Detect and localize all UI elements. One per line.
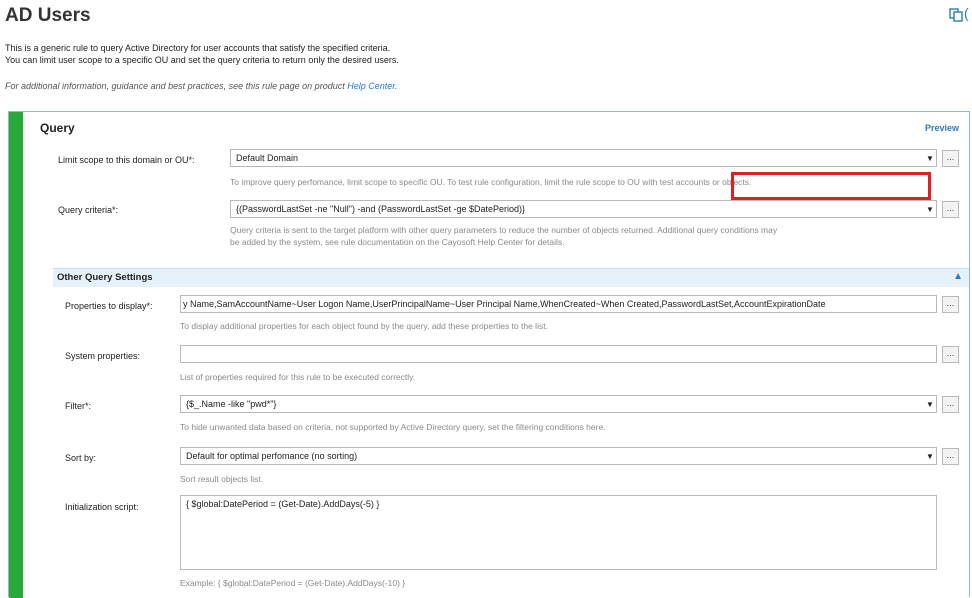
other-query-settings-header[interactable]: Other Query Settings ▲	[53, 268, 969, 287]
init-script-textarea[interactable]: { $global:DatePeriod = (Get-Date).AddDay…	[180, 495, 937, 570]
scope-browse-button[interactable]: ...	[942, 150, 959, 167]
chevron-down-icon: ▼	[926, 400, 934, 409]
init-script-label: Initialization script:	[65, 502, 139, 512]
properties-label: Properties to display*:	[65, 301, 153, 311]
top-right-link-partial[interactable]: (	[964, 5, 969, 21]
status-bar	[9, 112, 23, 598]
chevron-down-icon: ▼	[926, 205, 934, 214]
help-note: For additional information, guidance and…	[5, 81, 397, 91]
system-properties-browse-button[interactable]: ...	[942, 346, 959, 363]
filter-browse-button[interactable]: ...	[942, 396, 959, 413]
sort-label: Sort by:	[65, 453, 97, 463]
other-query-settings-title: Other Query Settings	[57, 272, 153, 283]
filter-label: Filter*:	[65, 401, 92, 411]
system-properties-label: System properties:	[65, 351, 141, 361]
criteria-hint-line-2: be added by the system, see rule documen…	[230, 237, 565, 247]
scope-label: Limit scope to this domain or OU*:	[58, 155, 195, 165]
filter-hint: To hide unwanted data based on criteria,…	[180, 422, 606, 432]
preview-link[interactable]: Preview	[925, 123, 959, 133]
scope-hint: To improve query perfomance, limit scope…	[230, 177, 752, 187]
chevron-up-icon[interactable]: ▲	[953, 271, 963, 282]
query-section-title: Query	[40, 121, 75, 135]
properties-input[interactable]: y Name,SamAccountName~User Logon Name,Us…	[180, 295, 937, 313]
system-properties-hint: List of properties required for this rul…	[180, 372, 416, 382]
filter-select[interactable]: {$_.Name -like "pwd*"}	[180, 395, 937, 413]
criteria-select[interactable]: {(PasswordLastSet -ne "Null") -and (Pass…	[230, 200, 937, 218]
criteria-label: Query criteria*:	[58, 205, 119, 215]
properties-hint: To display additional properties for eac…	[180, 321, 548, 331]
page-title: AD Users	[5, 5, 91, 26]
scope-select[interactable]: Default Domain	[230, 149, 937, 167]
chevron-down-icon: ▼	[926, 452, 934, 461]
chevron-down-icon: ▼	[926, 154, 934, 163]
criteria-hint-line-1: Query criteria is sent to the target pla…	[230, 225, 778, 235]
description-line-1: This is a generic rule to query Active D…	[5, 43, 391, 53]
help-note-text: For additional information, guidance and…	[5, 81, 348, 91]
description-line-2: You can limit user scope to a specific O…	[5, 55, 399, 65]
sort-hint: Sort result objects list.	[180, 474, 264, 484]
sort-browse-button[interactable]: ...	[942, 448, 959, 465]
system-properties-input[interactable]	[180, 345, 937, 363]
init-script-hint: Example: { $global:DatePeriod = (Get-Dat…	[180, 578, 406, 588]
help-center-link[interactable]: Help Center.	[347, 81, 397, 91]
properties-browse-button[interactable]: ...	[942, 296, 959, 313]
sort-select[interactable]: Default for optimal perfomance (no sorti…	[180, 447, 937, 465]
criteria-browse-button[interactable]: ...	[942, 201, 959, 218]
highlight-box	[731, 172, 931, 200]
copy-icon[interactable]	[949, 8, 963, 22]
